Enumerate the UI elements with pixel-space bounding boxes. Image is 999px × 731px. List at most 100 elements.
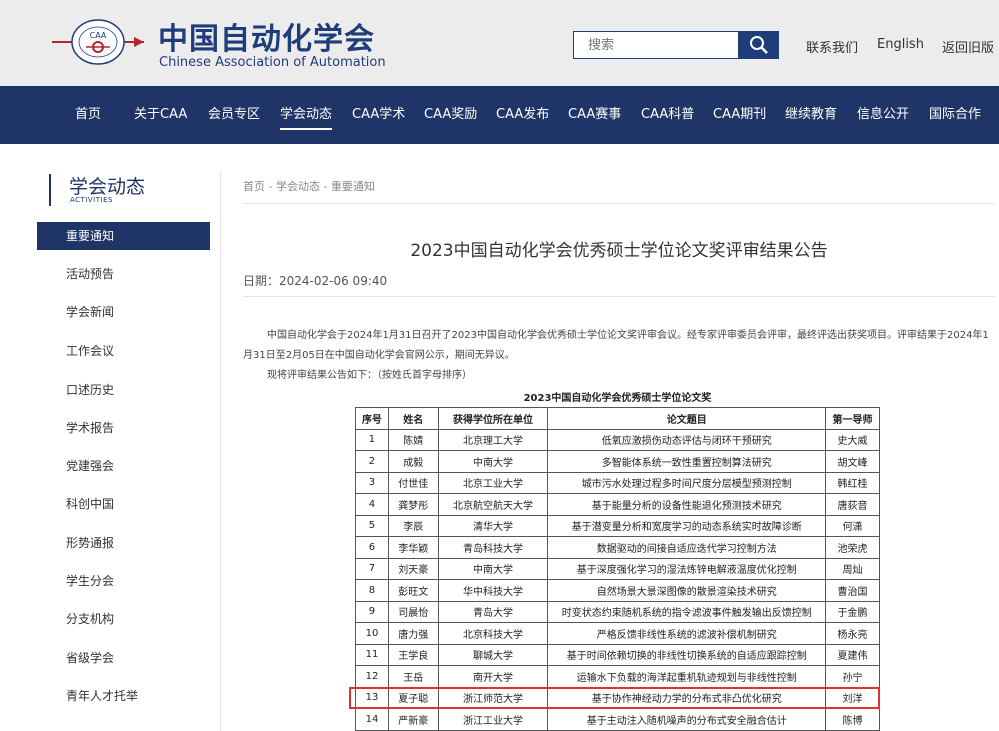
- article-date: 日期：2024-02-06 09:40: [243, 274, 388, 288]
- cell-thesis-title: 基于时间依赖切换的非线性切换系统的自适应跟踪控制: [547, 643, 827, 666]
- sidebar-item-young-talent[interactable]: 青年人才托举: [37, 682, 210, 710]
- cell-thesis-title: 运输水下负载的海洋起重机轨迹规划与非线性控制: [547, 665, 827, 688]
- brand-name-cn: 中国自动化学会: [158, 22, 375, 57]
- sidebar-item-student-chapters[interactable]: 学生分会: [37, 567, 210, 595]
- cell-thesis-title: 基于主动注入随机噪声的分布式安全融合估计: [547, 708, 827, 731]
- cell-institution: 清华大学: [437, 514, 549, 537]
- sidebar-title-bar: [49, 174, 51, 206]
- cell-name: 龚梦彤: [387, 493, 439, 516]
- nav-about[interactable]: 关于CAA: [134, 86, 187, 144]
- header-thesis-title: 论文题目: [547, 407, 827, 430]
- search-input[interactable]: [574, 32, 740, 58]
- cell-institution: 中南大学: [437, 450, 549, 473]
- sidebar-item-oral-history[interactable]: 口述历史: [37, 376, 210, 404]
- table-row: 3 付世佳 北京工业大学 城市污水处理过程多时间尺度分层模型预测控制 韩红桂: [355, 471, 880, 494]
- cell-name: 刘天豪: [387, 557, 439, 580]
- article-paragraph-2: 现将评审结果公告如下：（按姓氏首字母排序）: [267, 370, 472, 381]
- table-row: 5 李辰 清华大学 基于潜变量分析和宽度学习的动态系统实时故障诊断 何潇: [355, 514, 880, 537]
- sidebar-item-party-building[interactable]: 党建强会: [37, 452, 210, 480]
- breadcrumb[interactable]: 首页 - 学会动态 - 重要通知: [243, 178, 375, 194]
- cell-institution: 北京航空航天大学: [437, 493, 549, 516]
- header-name: 姓名: [387, 407, 439, 430]
- article-paragraph: 中国自动化学会于2024年1月31日召开了2023中国自动化学会优秀硕士学位论文…: [243, 330, 989, 361]
- table-row: 14 严新豪 浙江工业大学 基于主动注入随机噪声的分布式安全融合估计 陈博: [355, 708, 880, 731]
- table-row: 6 李华颖 青岛科技大学 数据驱动的间接自适应迭代学习控制方法 池荣虎: [355, 536, 880, 559]
- cell-institution: 华中科技大学: [437, 579, 549, 602]
- cell-name: 陈婧: [387, 428, 439, 451]
- sidebar-item-academic-reports[interactable]: 学术报告: [37, 414, 210, 442]
- cell-index: 3: [355, 471, 389, 494]
- sidebar-item-briefings[interactable]: 形势通报: [37, 529, 210, 557]
- cell-name: 付世佳: [387, 471, 439, 494]
- site-header: CAA 中国自动化学会 Chinese Association of Autom…: [0, 0, 999, 86]
- cell-index: 6: [355, 536, 389, 559]
- cell-thesis-title: 城市污水处理过程多时间尺度分层模型预测控制: [547, 471, 827, 494]
- table-row: 2 成毅 中南大学 多智能体系统一致性重置控制算法研究 胡文峰: [355, 450, 880, 473]
- sidebar-item-provincial-societies[interactable]: 省级学会: [37, 644, 210, 672]
- cell-thesis-title: 低氧应激损伤动态评估与闭环干预研究: [547, 428, 827, 451]
- caa-logo-icon[interactable]: CAA: [50, 18, 146, 66]
- breadcrumb-divider: [243, 203, 995, 204]
- awards-table: 序号 姓名 获得学位所在单位 论文题目 第一导师 1 陈婧 北京理工大学 低氧应激损伤…: [355, 407, 880, 731]
- table-body: 1 陈婧 北京理工大学 低氧应激损伤动态评估与闭环干预研究 史大威 2 成毅 中南大学 多智能体…: [355, 428, 880, 731]
- contact-us-link[interactable]: 联系我们: [806, 37, 858, 56]
- cell-thesis-title: 严格反馈非线性系统的滤波补偿机制研究: [547, 622, 827, 645]
- cell-index: 8: [355, 579, 389, 602]
- brand-name-en: Chinese Association of Automation: [159, 55, 386, 70]
- search-button[interactable]: [738, 31, 779, 59]
- cell-advisor: 何潇: [825, 514, 880, 537]
- sidebar-item-important-notices[interactable]: 重要通知: [37, 222, 210, 250]
- nav-competitions[interactable]: CAA赛事: [568, 86, 621, 144]
- cell-advisor: 孙宁: [825, 665, 880, 688]
- cell-name: 李辰: [387, 514, 439, 537]
- cell-advisor: 池荣虎: [825, 536, 880, 559]
- main-nav: 首页 关于CAA 会员专区 学会动态 CAA学术 CAA奖励 CAA发布 CAA…: [0, 86, 999, 144]
- nav-disclosure[interactable]: 信息公开: [857, 86, 909, 144]
- cell-advisor: 陈博: [825, 708, 880, 731]
- nav-home[interactable]: 首页: [75, 86, 101, 144]
- english-link[interactable]: English: [877, 37, 924, 52]
- cell-institution: 青岛科技大学: [437, 536, 549, 559]
- sidebar-item-branches[interactable]: 分支机构: [37, 605, 210, 633]
- nav-international[interactable]: 国际合作: [929, 86, 981, 144]
- table-row: 11 王学良 聊城大学 基于时间依赖切换的非线性切换系统的自适应跟踪控制 夏建伟: [355, 643, 880, 666]
- sidebar-item-event-preview[interactable]: 活动预告: [37, 260, 210, 288]
- cell-thesis-title: 基于深度强化学习的湿法炼锌电解液温度优化控制: [547, 557, 827, 580]
- nav-members[interactable]: 会员专区: [208, 86, 260, 144]
- cell-name: 成毅: [387, 450, 439, 473]
- cell-index: 1: [355, 428, 389, 451]
- cell-name: 李华颖: [387, 536, 439, 559]
- nav-academic[interactable]: CAA学术: [352, 86, 405, 144]
- cell-institution: 浙江工业大学: [437, 708, 549, 731]
- old-version-link[interactable]: 返回旧版: [942, 37, 994, 56]
- sidebar-item-news[interactable]: 学会新闻: [37, 298, 210, 326]
- cell-name: 严新豪: [387, 708, 439, 731]
- nav-activities[interactable]: 学会动态: [280, 86, 333, 144]
- cell-institution: 青岛大学: [437, 600, 549, 623]
- cell-institution: 中南大学: [437, 557, 549, 580]
- cell-index: 2: [355, 450, 389, 473]
- cell-advisor: 史大威: [825, 428, 880, 451]
- cell-institution: 北京工业大学: [437, 471, 549, 494]
- cell-thesis-title: 时变状态约束随机系统的指令滤波事件触发输出反馈控制: [547, 600, 827, 623]
- table-row: 13 夏子聪 浙江师范大学 基于协作神经动力学的分布式非凸优化研究 刘洋: [355, 686, 880, 709]
- cell-advisor: 韩红桂: [825, 471, 880, 494]
- sidebar-item-work-meetings[interactable]: 工作会议: [37, 337, 210, 365]
- cell-institution: 北京理工大学: [437, 428, 549, 451]
- cell-advisor: 曹治国: [825, 579, 880, 602]
- header-institution: 获得学位所在单位: [437, 407, 549, 430]
- sidebar-item-sci-tech-china[interactable]: 科创中国: [37, 490, 210, 518]
- cell-institution: 聊城大学: [437, 643, 549, 666]
- nav-awards[interactable]: CAA奖励: [424, 86, 477, 144]
- header-index: 序号: [355, 407, 389, 430]
- nav-releases[interactable]: CAA发布: [496, 86, 549, 144]
- sidebar-divider: [220, 172, 221, 731]
- nav-popular-science[interactable]: CAA科普: [641, 86, 694, 144]
- table-row: 8 彭旺文 华中科技大学 自然场景大景深图像的散景渲染技术研究 曹治国: [355, 579, 880, 602]
- nav-journals[interactable]: CAA期刊: [713, 86, 766, 144]
- nav-education[interactable]: 继续教育: [785, 86, 837, 144]
- cell-advisor: 唐荻音: [825, 493, 880, 516]
- cell-name: 司晨怡: [387, 600, 439, 623]
- cell-institution: 北京科技大学: [437, 622, 549, 645]
- cell-thesis-title: 基于能量分析的设备性能退化预测技术研究: [547, 493, 827, 516]
